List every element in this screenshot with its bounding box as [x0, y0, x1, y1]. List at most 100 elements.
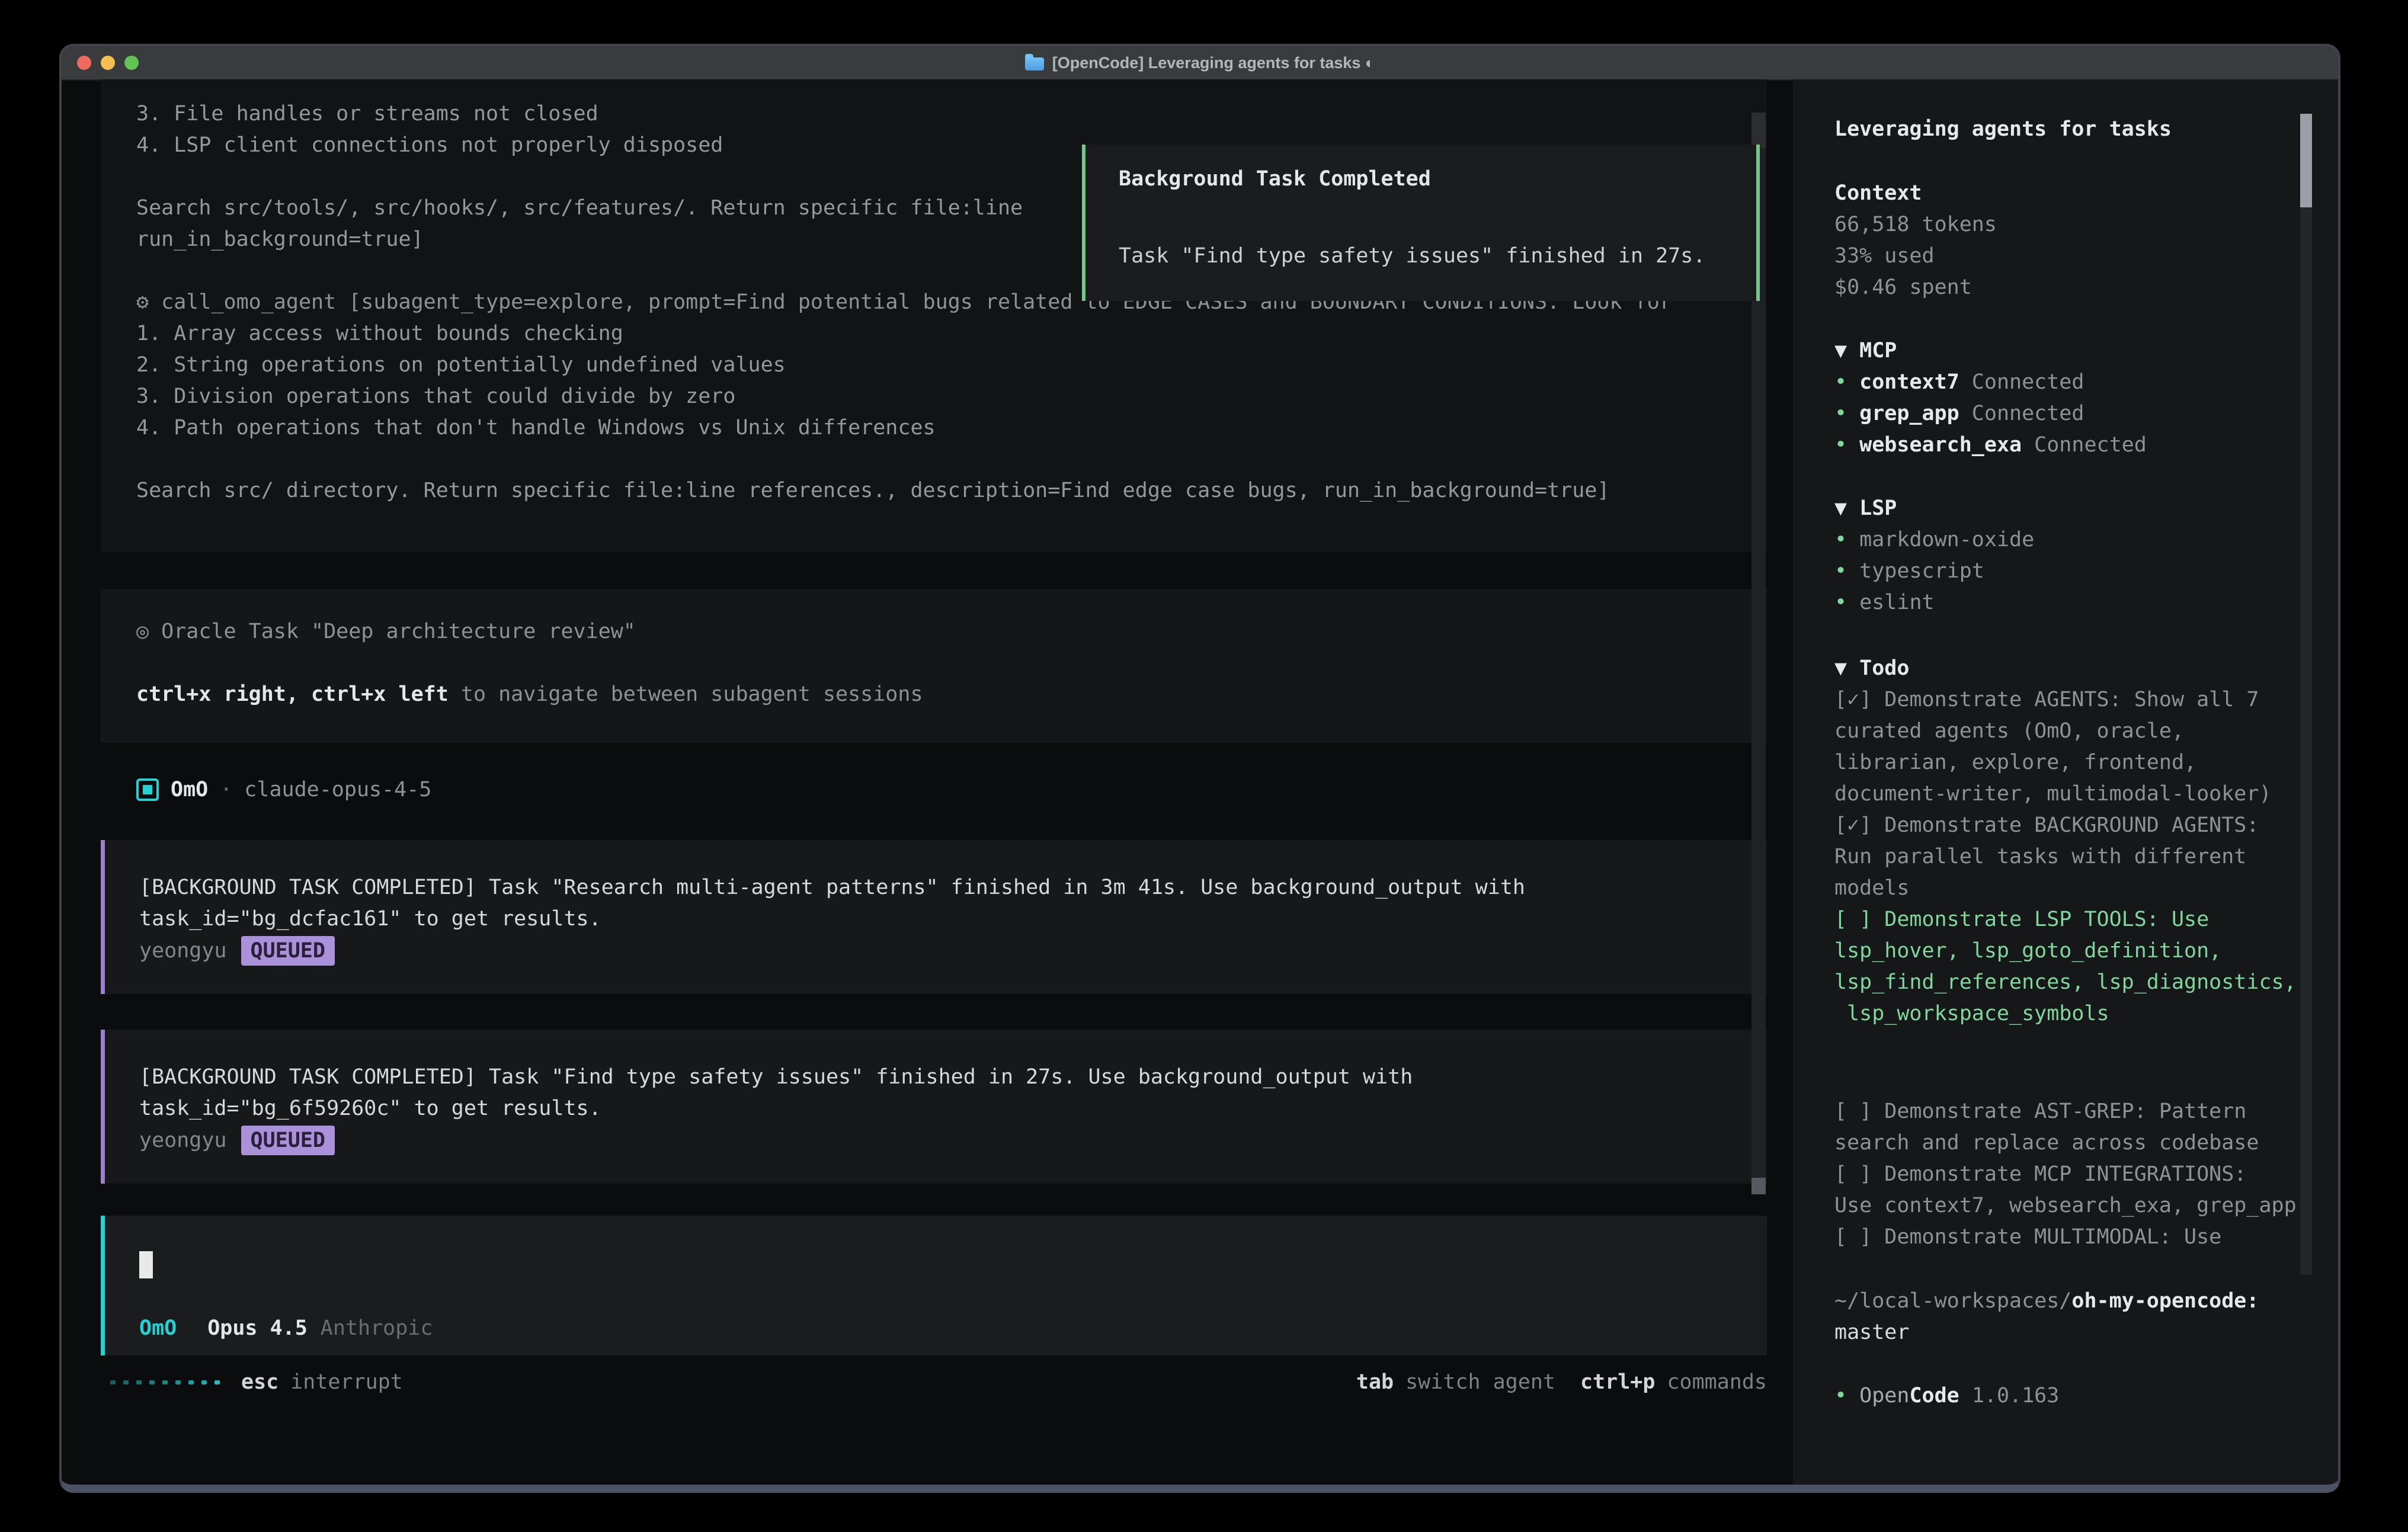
input-footer: OmO Opus 4.5 Anthropic	[139, 1313, 433, 1344]
message-author: yeongyu	[139, 1125, 227, 1156]
text-line: 2. String operations on potentially unde…	[136, 350, 1767, 381]
text-segment: search and replace across codebase	[1834, 1131, 2259, 1155]
collapse-triangle-icon: ▼	[1834, 339, 1859, 363]
text-segment: lsp_hover, lsp_goto_definition,	[1834, 939, 2221, 963]
separator-dot: ·	[220, 774, 232, 806]
session-sidebar: Leveraging agents for tasks Context 66,51…	[1793, 79, 2338, 1493]
minimize-button[interactable]	[101, 56, 115, 70]
input-model-name[interactable]: Opus 4.5	[207, 1313, 308, 1344]
main-scrollbar-bottom-thumb[interactable]	[1751, 1178, 1766, 1194]
input-agent-name[interactable]: OmO	[139, 1313, 177, 1344]
text-line: 3. File handles or streams not closed	[136, 98, 1767, 130]
text-line: Run parallel tasks with different	[1834, 841, 2308, 873]
text-segment: [✓] Demonstrate BACKGROUND AGENTS:	[1834, 813, 2259, 837]
text-segment: [ ] Demonstrate LSP TOOLS: Use	[1834, 908, 2209, 931]
spinner-icon	[110, 1380, 220, 1384]
sidebar-todo-section[interactable]: ▼ Todo [✓] Demonstrate AGENTS: Show all 7…	[1834, 653, 2308, 1030]
text-segment: Run parallel tasks with different	[1834, 845, 2246, 868]
oracle-hint-line: ctrl+x right, ctrl+x left to navigate be…	[136, 679, 1767, 710]
folder-icon	[1025, 57, 1044, 70]
window-title-group: [OpenCode] Leveraging agents for tasks ◐	[1025, 54, 1375, 72]
text-line: librarian, explore, frontend,	[1834, 747, 2308, 778]
text-line: ▼ Todo	[1834, 653, 2308, 684]
sidebar-lsp-section[interactable]: ▼ LSP• markdown-oxide• typescript• eslin…	[1834, 493, 2308, 618]
text-segment: master	[1834, 1321, 1909, 1344]
text-line: search and replace across codebase	[1834, 1127, 2308, 1159]
agent-header[interactable]: OmO · claude-opus-4-5	[136, 774, 431, 806]
status-badge: QUEUED	[241, 1126, 335, 1155]
main-scrollbar-top-thumb[interactable]	[1751, 113, 1766, 148]
status-left: esc interrupt	[110, 1367, 403, 1398]
text-line: master	[1834, 1317, 2308, 1348]
text-line: [✓] Demonstrate BACKGROUND AGENTS:	[1834, 810, 2308, 841]
background-task-message[interactable]: [BACKGROUND TASK COMPLETED] Task "Find t…	[101, 1030, 1767, 1184]
message-line: [BACKGROUND TASK COMPLETED] Task "Resear…	[139, 872, 1767, 903]
text-line: lsp_hover, lsp_goto_definition,	[1834, 935, 2308, 967]
status-dot-icon: •	[1834, 559, 1859, 583]
text-line: • websearch_exa Connected	[1834, 430, 2308, 461]
text-segment: ~/local-workspaces/	[1834, 1289, 2071, 1313]
titlebar[interactable]: [OpenCode] Leveraging agents for tasks ◐	[62, 46, 2338, 81]
text-segment: Open	[1859, 1384, 1909, 1408]
message-meta: yeongyu QUEUED	[139, 1124, 1767, 1156]
background-task-message[interactable]: [BACKGROUND TASK COMPLETED] Task "Resear…	[101, 840, 1767, 994]
text-line: Search src/ directory. Return specific f…	[136, 475, 1767, 507]
background-task-toast[interactable]: Background Task Completed Task "Find typ…	[1082, 145, 1760, 301]
text-line: • eslint	[1834, 587, 2308, 618]
prompt-input[interactable]: OmO Opus 4.5 Anthropic	[101, 1216, 1767, 1355]
sidebar-scrollbar-track[interactable]	[2300, 114, 2312, 1275]
text-segment: librarian, explore, frontend,	[1834, 751, 2196, 774]
oracle-task-box[interactable]: ◎ Oracle Task "Deep architecture review"…	[101, 589, 1767, 743]
text-segment: Todo	[1859, 656, 1909, 680]
text-line: ~/local-workspaces/oh-my-opencode:	[1834, 1286, 2308, 1317]
message-line: task_id="bg_6f59260c" to get results.	[139, 1093, 1767, 1124]
text-segment: lsp_workspace_symbols	[1834, 1002, 2109, 1025]
text-segment: Oracle Task "Deep architecture review"	[161, 620, 636, 643]
status-dot-icon: •	[1834, 1384, 1859, 1408]
keyboard-shortcut: ctrl+x right, ctrl+x left	[136, 682, 449, 706]
sidebar-workspace-path: ~/local-workspaces/oh-my-opencode: master	[1834, 1286, 2308, 1348]
text-segment: [✓] Demonstrate AGENTS: Show all 7	[1834, 688, 2259, 711]
status-dot-icon: •	[1834, 591, 1859, 614]
message-meta: yeongyu QUEUED	[139, 935, 1767, 967]
sidebar-version-footer: • OpenCode 1.0.163	[1834, 1380, 2308, 1412]
sidebar-scrollbar-thumb[interactable]	[2300, 114, 2312, 207]
zoom-button[interactable]	[124, 56, 139, 70]
esc-key-label: interrupt	[290, 1367, 403, 1398]
text-segment: document-writer, multimodal-looker)	[1834, 782, 2272, 806]
message-author: yeongyu	[139, 935, 227, 967]
input-provider-name: Anthropic	[321, 1313, 433, 1344]
message-line: [BACKGROUND TASK COMPLETED] Task "Find t…	[139, 1062, 1767, 1093]
text-segment: Connected	[2022, 433, 2147, 457]
traffic-lights	[77, 56, 139, 70]
text-segment: [ ] Demonstrate AST-GREP: Pattern	[1834, 1100, 2246, 1123]
text-line: Leveraging agents for tasks	[1834, 114, 2308, 145]
agent-name: OmO	[171, 774, 208, 806]
text-segment: $0.46 spent	[1834, 275, 1972, 299]
text-segment: websearch_exa	[1859, 433, 2022, 457]
text-line: [ ] Demonstrate MULTIMODAL: Use	[1834, 1222, 2308, 1253]
text-segment: 66,518 tokens	[1834, 213, 1997, 236]
close-button[interactable]	[77, 56, 91, 70]
sidebar-mcp-section[interactable]: ▼ MCP• context7 Connected• grep_app Conn…	[1834, 335, 2308, 461]
text-segment: Connected	[1959, 370, 2084, 394]
text-line: lsp_workspace_symbols	[1834, 998, 2308, 1030]
sidebar-session-title: Leveraging agents for tasks	[1834, 114, 2308, 145]
text-segment: Context	[1834, 181, 1922, 205]
text-segment: LSP	[1859, 496, 1897, 520]
text-line: $0.46 spent	[1834, 272, 2308, 303]
oracle-task-line: ◎ Oracle Task "Deep architecture review"	[136, 616, 1767, 648]
text-line: curated agents (OmO, oracle,	[1834, 716, 2308, 747]
text-line: 4. Path operations that don't handle Win…	[136, 412, 1767, 444]
text-line: [✓] Demonstrate AGENTS: Show all 7	[1834, 684, 2308, 716]
text-segment: models	[1834, 876, 1909, 900]
collapse-triangle-icon: ▼	[1834, 496, 1859, 520]
text-segment: [ ] Demonstrate MCP INTEGRATIONS:	[1834, 1162, 2246, 1186]
text-segment: oh-my-opencode:	[2071, 1289, 2259, 1313]
status-bar: esc interrupt tab switch agent ctrl+p co…	[101, 1366, 1767, 1398]
toast-title: Background Task Completed	[1119, 164, 1431, 195]
oracle-icon: ◎	[136, 620, 161, 643]
ctrlp-key-label: commands	[1667, 1367, 1767, 1398]
text-segment: eslint	[1859, 591, 1934, 614]
agent-model: claude-opus-4-5	[244, 774, 431, 806]
